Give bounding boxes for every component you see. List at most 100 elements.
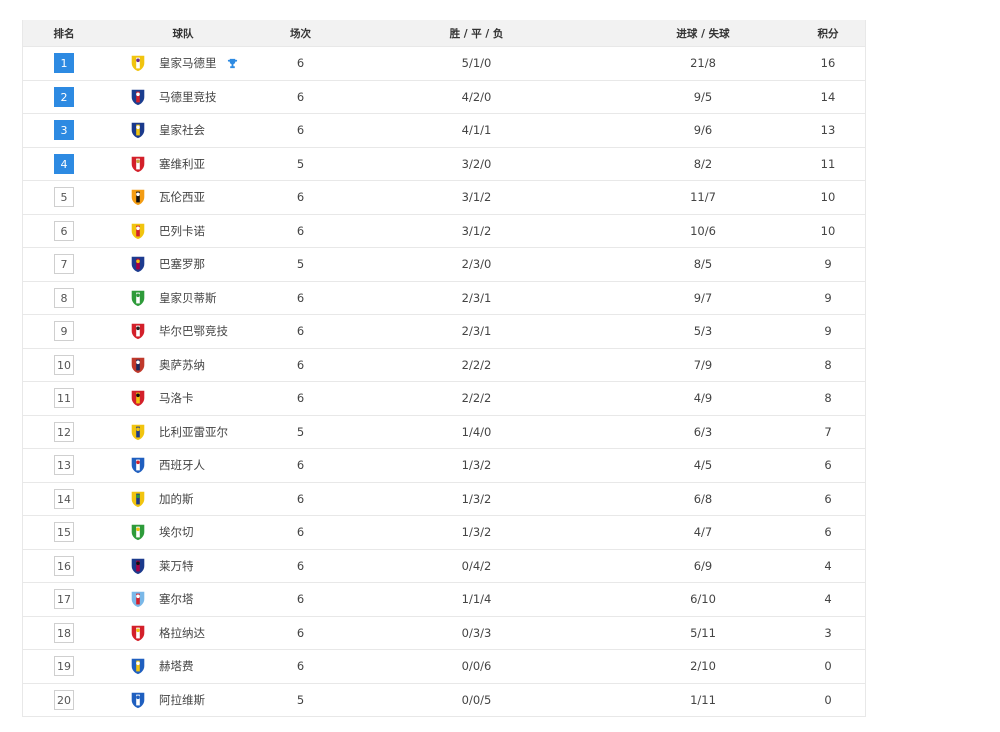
played-cell: 5 [296, 692, 305, 707]
table-row[interactable]: 15 埃尔切 6 1/3/2 4/7 6 [23, 515, 865, 549]
wdl-cell: 3/1/2 [461, 190, 492, 205]
team-name[interactable]: 格拉纳达 [159, 625, 205, 641]
team-name[interactable]: 埃尔切 [159, 524, 194, 540]
table-row[interactable]: 17 塞尔塔 6 1/1/4 6/10 4 [23, 582, 865, 616]
goals-cell: 9/7 [693, 290, 713, 305]
table-row[interactable]: 18 格拉纳达 6 0/3/3 5/11 3 [23, 615, 865, 650]
team-name[interactable]: 比利亚雷亚尔 [159, 424, 228, 440]
played-cell: 6 [296, 391, 305, 406]
team-cell[interactable]: 毕尔巴鄂竞技 [105, 322, 261, 340]
table-row[interactable]: 2 马德里竞技 6 4/2/0 9/5 14 [23, 79, 865, 114]
team-cell[interactable]: 巴列卡诺 [105, 222, 261, 240]
team-cell[interactable]: 塞尔塔 [105, 590, 261, 608]
team-cell[interactable]: 加的斯 [105, 490, 261, 508]
played-cell: 6 [296, 525, 305, 540]
points-cell: 10 [820, 223, 836, 238]
team-name[interactable]: 皇家马德里 [159, 55, 217, 71]
table-row[interactable]: 8 皇家贝蒂斯 6 2/3/1 9/7 9 [23, 280, 865, 315]
table-row[interactable]: 13 西班牙人 6 1/3/2 4/5 6 [23, 448, 865, 482]
team-name[interactable]: 赫塔费 [159, 658, 194, 674]
table-row[interactable]: 16 莱万特 6 0/4/2 6/9 4 [23, 548, 865, 583]
table-row[interactable]: 4 塞维利亚 5 3/2/0 8/2 11 [23, 146, 865, 181]
team-cell[interactable]: 马洛卡 [105, 389, 261, 407]
table-row[interactable]: 6 巴列卡诺 6 3/1/2 10/6 10 [23, 213, 865, 248]
points-cell: 4 [824, 592, 832, 607]
points-cell: 9 [824, 257, 832, 272]
table-row[interactable]: 12 比利亚雷亚尔 5 1/4/0 6/3 7 [23, 414, 865, 449]
sevilla-crest-icon [131, 156, 145, 172]
rank-cell: 4 [23, 153, 105, 174]
team-name[interactable]: 西班牙人 [159, 457, 205, 473]
team-name[interactable]: 马洛卡 [159, 390, 194, 406]
team-cell[interactable]: 马德里竞技 [105, 88, 261, 106]
team-cell[interactable]: 皇家社会 [105, 121, 261, 139]
header-played: 场次 [290, 27, 311, 40]
team-cell[interactable]: 莱万特 [105, 557, 261, 575]
team-name[interactable]: 塞尔塔 [159, 591, 194, 607]
team-name[interactable]: 马德里竞技 [159, 89, 217, 105]
points-cell: 8 [824, 357, 832, 372]
real-madrid-crest-icon [131, 56, 145, 72]
barcelona-crest-icon [131, 257, 145, 273]
team-cell[interactable]: 格拉纳达 [105, 624, 261, 642]
played-cell: 6 [296, 123, 305, 138]
rank-badge: 2 [54, 86, 74, 107]
rank-badge: 15 [54, 522, 74, 543]
team-name[interactable]: 皇家社会 [159, 122, 205, 138]
table-row[interactable]: 7 巴塞罗那 5 2/3/0 8/5 9 [23, 247, 865, 281]
played-cell: 6 [296, 357, 305, 372]
header-wdl: 胜 / 平 / 负 [449, 27, 504, 40]
rank-cell: 13 [23, 455, 105, 476]
team-name[interactable]: 瓦伦西亚 [159, 189, 205, 205]
elche-crest-icon [131, 525, 145, 541]
team-cell[interactable]: 皇家马德里 [105, 54, 261, 72]
team-cell[interactable]: 巴塞罗那 [105, 255, 261, 273]
table-row[interactable]: 19 赫塔费 6 0/0/6 2/10 0 [23, 649, 865, 683]
team-name[interactable]: 莱万特 [159, 558, 194, 574]
rank-cell: 19 [23, 656, 105, 677]
team-cell[interactable]: 皇家贝蒂斯 [105, 289, 261, 307]
team-cell[interactable]: 塞维利亚 [105, 155, 261, 173]
wdl-cell: 0/4/2 [461, 558, 492, 573]
wdl-cell: 2/3/1 [461, 324, 492, 339]
rank-cell: 1 [23, 53, 105, 74]
rank-badge: 20 [54, 689, 74, 710]
header-team: 球队 [172, 27, 194, 40]
table-row[interactable]: 14 加的斯 6 1/3/2 6/8 6 [23, 481, 865, 516]
played-cell: 6 [296, 56, 305, 71]
team-name[interactable]: 巴列卡诺 [159, 223, 205, 239]
team-cell[interactable]: 埃尔切 [105, 523, 261, 541]
team-cell[interactable]: 比利亚雷亚尔 [105, 423, 261, 441]
atletico-madrid-crest-icon [131, 89, 145, 105]
table-row[interactable]: 11 马洛卡 6 2/2/2 4/9 8 [23, 381, 865, 415]
goals-cell: 4/9 [693, 391, 713, 406]
played-cell: 6 [296, 592, 305, 607]
points-cell: 3 [824, 625, 832, 640]
team-name[interactable]: 塞维利亚 [159, 156, 205, 172]
team-name[interactable]: 加的斯 [159, 491, 194, 507]
rank-badge: 1 [54, 53, 74, 74]
team-cell[interactable]: 阿拉维斯 [105, 691, 261, 709]
table-row[interactable]: 20 阿拉维斯 5 0/0/5 1/11 0 [23, 682, 865, 717]
points-cell: 14 [820, 89, 836, 104]
played-cell: 6 [296, 491, 305, 506]
points-cell: 8 [824, 391, 832, 406]
team-cell[interactable]: 奥萨苏纳 [105, 356, 261, 374]
team-cell[interactable]: 西班牙人 [105, 456, 261, 474]
rank-cell: 20 [23, 689, 105, 710]
rank-badge: 19 [54, 656, 74, 677]
team-name[interactable]: 巴塞罗那 [159, 256, 205, 272]
team-name[interactable]: 皇家贝蒂斯 [159, 290, 217, 306]
table-row[interactable]: 1 皇家马德里 6 5/1/0 21/8 16 [23, 46, 865, 80]
team-name[interactable]: 毕尔巴鄂竞技 [159, 323, 228, 339]
team-cell[interactable]: 瓦伦西亚 [105, 188, 261, 206]
team-name[interactable]: 阿拉维斯 [159, 692, 205, 708]
table-row[interactable]: 3 皇家社会 6 4/1/1 9/6 13 [23, 113, 865, 147]
team-cell[interactable]: 赫塔费 [105, 657, 261, 675]
table-row[interactable]: 5 瓦伦西亚 6 3/1/2 11/7 10 [23, 180, 865, 214]
table-row[interactable]: 9 毕尔巴鄂竞技 6 2/3/1 5/3 9 [23, 314, 865, 348]
team-name[interactable]: 奥萨苏纳 [159, 357, 205, 373]
table-row[interactable]: 10 奥萨苏纳 6 2/2/2 7/9 8 [23, 347, 865, 382]
granada-crest-icon [131, 625, 145, 641]
goals-cell: 4/5 [693, 458, 713, 473]
